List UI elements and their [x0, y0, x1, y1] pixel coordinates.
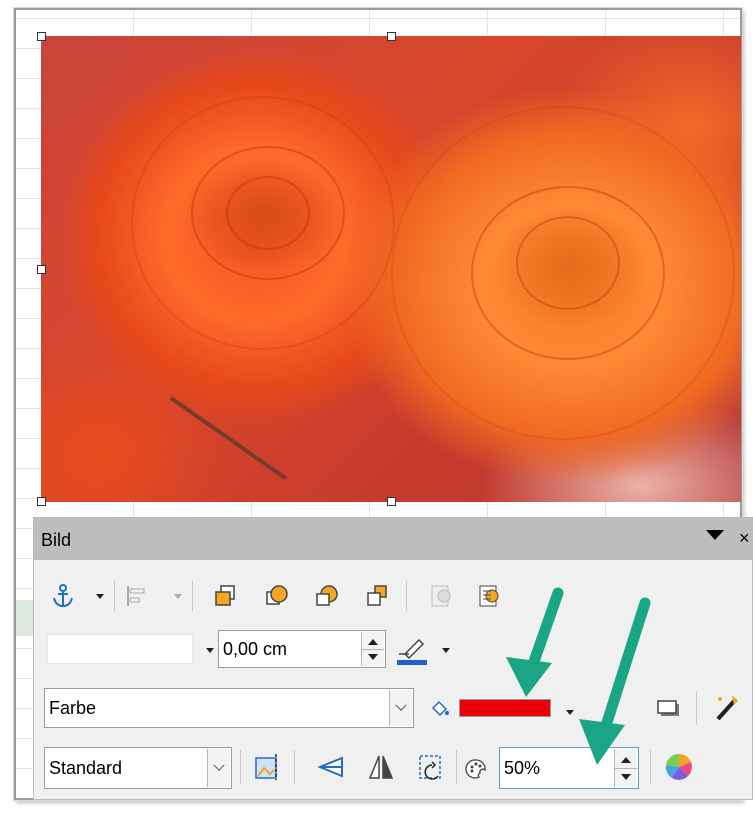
- image-mode-value: Standard: [49, 757, 123, 778]
- chevron-down-icon: [174, 593, 182, 599]
- color-button[interactable]: [662, 750, 696, 784]
- line-style-dropdown[interactable]: [204, 644, 216, 656]
- image-mode-dropdown[interactable]: [207, 749, 230, 787]
- transparency-icon: [463, 756, 489, 782]
- resize-handle-top-center[interactable]: [387, 32, 396, 41]
- transformations-icon: [716, 695, 738, 721]
- fill-type-select[interactable]: Farbe: [44, 688, 414, 728]
- anchor-button[interactable]: [48, 581, 78, 611]
- image-mode-select[interactable]: Standard: [44, 747, 232, 789]
- align-dropdown[interactable]: [172, 590, 184, 602]
- backward-one-icon: [316, 585, 338, 606]
- resize-handle-top-left[interactable]: [37, 32, 46, 41]
- crop-icon: [255, 754, 277, 780]
- chevron-down-icon: [96, 593, 104, 599]
- panel-close-icon[interactable]: ×: [739, 528, 750, 549]
- chevron-down-icon: [395, 699, 407, 711]
- annotation-arrow-fill-color: [506, 587, 564, 697]
- panel-title: Bild: [41, 530, 72, 550]
- line-color-dropdown[interactable]: [440, 644, 452, 656]
- line-width-spinner[interactable]: [361, 632, 384, 666]
- resize-handle-bottom-center[interactable]: [387, 497, 396, 506]
- crop-button[interactable]: [250, 750, 284, 784]
- chevron-down-icon: [213, 759, 225, 771]
- separator: [294, 750, 295, 784]
- line-color-icon: [397, 638, 427, 665]
- transparency-value: 50%: [504, 757, 541, 778]
- separator: [456, 750, 457, 784]
- align-objects-icon: [127, 586, 145, 606]
- backward-one-button[interactable]: [312, 581, 342, 611]
- resize-handle-middle-left[interactable]: [37, 265, 46, 274]
- row-highlight: [16, 600, 34, 636]
- rotate-icon: [419, 755, 441, 780]
- anchor-icon: [53, 584, 73, 608]
- separator: [406, 581, 407, 611]
- separator: [696, 691, 697, 725]
- to-foreground-icon: [479, 585, 499, 607]
- fill-type-dropdown[interactable]: [389, 690, 412, 726]
- transformations-button[interactable]: [710, 691, 744, 725]
- flip-horizontal-icon: [368, 755, 394, 779]
- bring-to-front-icon: [215, 585, 235, 606]
- panel-header: Bild ×: [34, 518, 752, 560]
- flip-vertical-icon: [317, 756, 343, 778]
- fill-bucket-button[interactable]: [427, 696, 453, 722]
- roses-image[interactable]: [41, 36, 741, 502]
- chevron-down-icon: [206, 647, 214, 653]
- flip-vertical-button[interactable]: [314, 750, 348, 784]
- flip-horizontal-button[interactable]: [364, 750, 398, 784]
- rotate-button[interactable]: [414, 750, 448, 784]
- line-width-field[interactable]: 0,00 cm: [218, 630, 386, 668]
- annotation-arrow-transparency: [579, 597, 651, 765]
- to-background-button[interactable]: [426, 581, 456, 611]
- fill-type-value: Farbe: [49, 697, 97, 718]
- bring-to-front-button[interactable]: [210, 581, 240, 611]
- forward-one-icon: [266, 585, 288, 605]
- line-style-field[interactable]: [47, 634, 193, 664]
- line-color-button[interactable]: [394, 631, 430, 667]
- separator: [240, 750, 241, 784]
- anchor-dropdown[interactable]: [94, 590, 106, 602]
- fill-bucket-icon: [431, 700, 449, 717]
- separator: [192, 581, 193, 611]
- panel-menu-icon[interactable]: [706, 530, 724, 540]
- to-background-icon: [431, 585, 451, 607]
- resize-handle-bottom-left[interactable]: [37, 497, 46, 506]
- color-wheel-icon: [665, 753, 692, 780]
- chevron-down-icon: [566, 709, 574, 715]
- send-to-back-icon: [367, 585, 387, 606]
- chevron-down-icon: [442, 647, 450, 653]
- send-to-back-button[interactable]: [362, 581, 392, 611]
- align-objects-button[interactable]: [122, 581, 152, 611]
- spin-down-icon[interactable]: [362, 649, 384, 666]
- separator: [114, 581, 115, 611]
- spin-up-icon[interactable]: [362, 632, 384, 649]
- line-width-value: 0,00 cm: [223, 638, 288, 659]
- forward-one-button[interactable]: [262, 581, 292, 611]
